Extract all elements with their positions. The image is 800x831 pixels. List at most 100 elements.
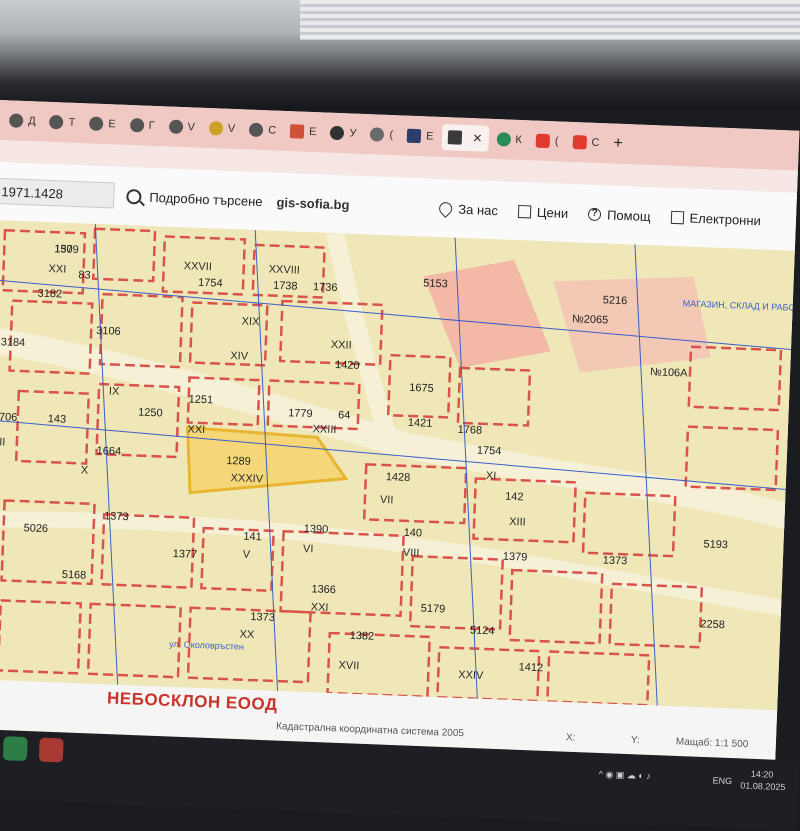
tab-label: Г	[148, 119, 155, 132]
location-pin-icon	[436, 199, 456, 218]
map-scale[interactable]: Мащаб: 1:1 500	[676, 736, 749, 750]
window-blind	[300, 0, 800, 40]
search-icon	[126, 188, 142, 204]
parcel-label: 1754	[477, 445, 502, 458]
parcel-label: XIV	[230, 350, 249, 363]
tray-icons[interactable]: ^ ◉ ▣ ☁ ◐ ♪	[599, 769, 651, 782]
tab-label: Е	[425, 130, 434, 143]
parcel-label: 1289	[226, 455, 251, 468]
parcel-label: 1779	[288, 407, 313, 420]
parcel-label: 1738	[273, 280, 298, 293]
parcel-label: 2258	[700, 618, 725, 631]
site-icon	[248, 122, 264, 138]
price-list-icon	[517, 204, 532, 218]
parcel-label: VIII	[403, 547, 420, 560]
clock-date[interactable]: 01.08.2025	[740, 780, 785, 792]
parcel-label: IX	[109, 385, 121, 397]
parcel-label: 1754	[198, 277, 223, 290]
tab-13[interactable]: К	[490, 126, 528, 153]
parcel-label: №2065	[572, 313, 609, 326]
parcel-label: №106А	[650, 366, 689, 379]
cadastral-map[interactable]: 150 XXI 83 3182 XXVII 1754 XXVIII 1738 1736 5153 X…	[0, 219, 800, 712]
site-icon	[168, 119, 183, 135]
site-icon	[370, 127, 385, 142]
monitor-screen: Д Т Е Г V V С Е У ( Е ✕ К ( С + 1971.142…	[0, 100, 800, 771]
parcel-label: VI	[303, 543, 314, 555]
tab-6[interactable]: V	[202, 115, 241, 142]
nav-about[interactable]: За нас	[436, 199, 498, 218]
tab-11[interactable]: Е	[401, 122, 440, 149]
parcel-label: 1736	[313, 281, 338, 294]
tab-9[interactable]: У	[324, 119, 363, 146]
parcel-label: 143	[48, 413, 67, 426]
nav-electronic-label: Електронни	[689, 210, 762, 228]
parcel-label: 5026	[23, 522, 48, 535]
site-icon	[496, 132, 511, 147]
site-logo-text[interactable]: gis-sofia.bg	[276, 194, 349, 212]
tab-14[interactable]: (	[529, 127, 565, 154]
tab-1[interactable]: Д	[3, 107, 42, 134]
tab-15[interactable]: С	[566, 129, 606, 156]
parcel-label: 5124	[470, 624, 495, 637]
parcel-label: 1706	[0, 411, 18, 424]
parcel-label: 3106	[96, 325, 121, 338]
parcel-label: XXI	[187, 423, 205, 436]
company-watermark: НЕБОСКЛОН ЕООД	[106, 688, 278, 715]
site-icon	[89, 116, 104, 131]
tab-label: Е	[308, 125, 317, 139]
tab-label: У	[349, 127, 357, 140]
parcel-label: 1373	[250, 611, 275, 624]
nav-help-label: Помощ	[606, 206, 651, 224]
tab-label: К	[515, 133, 523, 147]
chrome-taskbar-icon[interactable]	[2, 736, 28, 762]
parcel-label: XIX	[241, 315, 260, 328]
advanced-search-link[interactable]: Подробно търсене	[126, 188, 263, 209]
site-icon	[208, 121, 224, 136]
clock-time[interactable]: 14:20	[751, 769, 774, 780]
tab-5[interactable]: V	[162, 113, 201, 140]
parcel-label: 142	[505, 491, 524, 504]
site-icon	[8, 113, 24, 128]
parcel-label: XXIII	[312, 423, 336, 436]
parcel-label: XXI	[311, 601, 329, 614]
site-icon	[49, 114, 64, 130]
tab-10[interactable]: (	[364, 121, 400, 148]
language-indicator[interactable]: ENG	[712, 775, 732, 786]
parcel-label: XII	[0, 436, 6, 449]
map-canvas[interactable]: 150XXI 833182XXVII1754XXVIII1738 1736 5153X…	[0, 219, 800, 712]
tab-label: V	[227, 122, 236, 136]
new-tab-button[interactable]: +	[613, 135, 623, 153]
nav-help[interactable]: ? Помощ	[587, 206, 651, 224]
coordinate-search-input[interactable]: 1971.1428	[0, 177, 115, 209]
tab-label: С	[267, 124, 277, 137]
coordinate-system-label: Кадастрална координатна система 2005	[275, 721, 465, 740]
parcel-label: XXI	[48, 263, 66, 276]
header-nav: За нас Цени ? Помощ Електронни	[436, 199, 781, 228]
app-taskbar-icon[interactable]	[38, 737, 64, 763]
tab-8[interactable]: Е	[284, 118, 323, 145]
parcel-label: 1373	[104, 510, 129, 523]
tab-2[interactable]: Т	[43, 109, 82, 136]
parcel-label: XI	[486, 470, 497, 482]
tab-3[interactable]: Е	[83, 110, 122, 137]
tab-active[interactable]: ✕	[440, 123, 489, 152]
parcel-label: XXVII	[184, 260, 213, 273]
nav-electronic[interactable]: Електронни	[670, 209, 762, 228]
site-icon	[330, 125, 345, 141]
parcel-label: 1390	[304, 523, 329, 536]
tab-4[interactable]: Г	[123, 112, 161, 139]
parcel-label: 1412	[518, 661, 543, 674]
nav-prices[interactable]: Цени	[517, 203, 569, 221]
parcel-label: 1377	[172, 548, 197, 561]
nav-prices-label: Цени	[536, 204, 569, 221]
parcel-label: 140	[403, 527, 422, 540]
help-icon: ?	[587, 207, 602, 221]
external-link-icon	[670, 210, 684, 224]
tab-7[interactable]: С	[243, 116, 283, 143]
close-tab-icon[interactable]: ✕	[472, 131, 483, 145]
tab-label: (	[389, 128, 394, 142]
parcel-label: 1250	[138, 407, 163, 420]
tab-label: С	[591, 136, 600, 150]
parcel-label: 1420	[335, 359, 360, 372]
parcel-label: XVII	[338, 659, 359, 672]
